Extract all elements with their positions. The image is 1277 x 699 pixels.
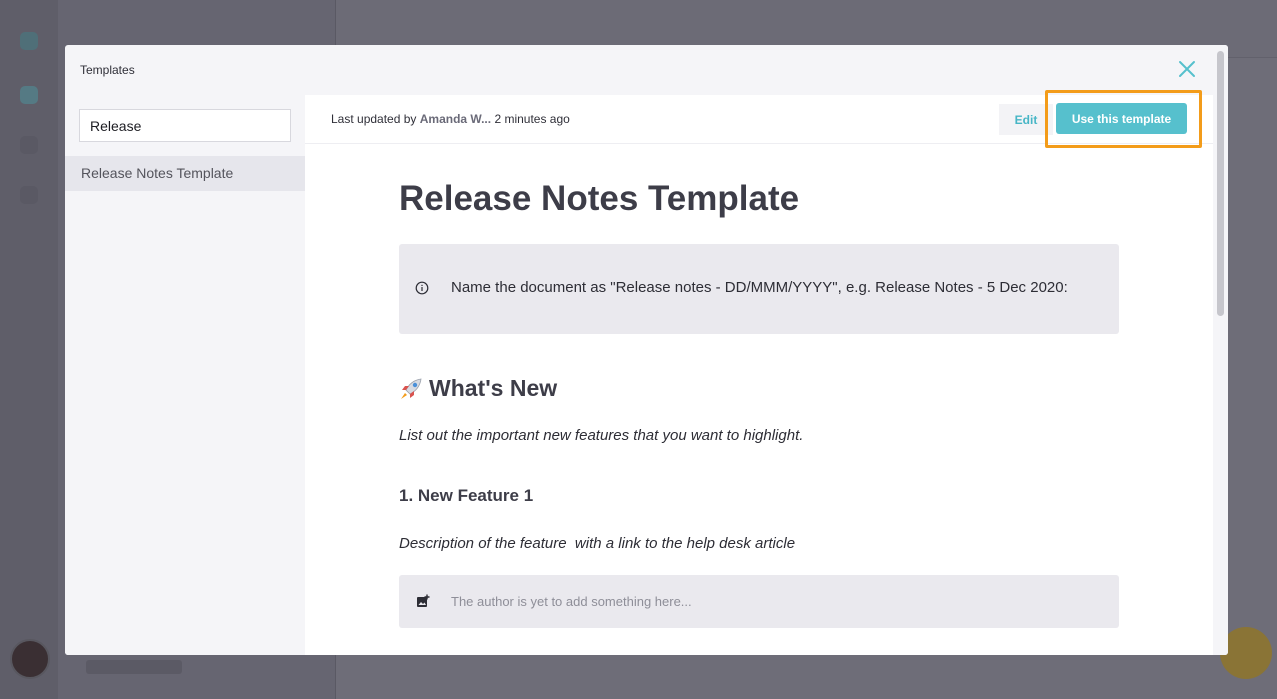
close-icon: [1179, 61, 1195, 77]
feature-heading: 1. New Feature 1: [399, 486, 534, 505]
rocket-icon: [401, 378, 422, 399]
template-preview: Last updated by Amanda W... 2 minutes ag…: [305, 90, 1213, 655]
author-name[interactable]: Amanda W...: [420, 112, 491, 126]
callout-text: Name the document as "Release notes - DD…: [451, 279, 1068, 296]
templates-sidebar: Release Notes Template: [65, 95, 305, 655]
scrollbar-thumb[interactable]: [1217, 51, 1224, 316]
image-placeholder[interactable]: The author is yet to add something here.…: [399, 575, 1119, 628]
add-image-icon: [417, 594, 430, 607]
edit-button[interactable]: Edit: [999, 104, 1053, 135]
feature-description: Description of the feature with a link t…: [399, 535, 796, 552]
preview-scrollbar[interactable]: [1213, 45, 1228, 655]
last-updated-prefix: Last updated by: [331, 112, 417, 126]
info-callout: Name the document as "Release notes - DD…: [399, 244, 1119, 334]
background-footer-label: [86, 660, 182, 674]
background-nav-icon: [20, 186, 38, 204]
background-avatar: [10, 639, 50, 679]
section-description: List out the important new features that…: [399, 427, 804, 444]
info-icon: [415, 281, 429, 295]
background-logo-icon: [20, 32, 38, 50]
preview-header: Last updated by Amanda W... 2 minutes ag…: [305, 90, 1213, 148]
template-list-item[interactable]: Release Notes Template: [65, 156, 305, 191]
updated-time: 2 minutes ago: [494, 112, 570, 126]
background-app-rail: [0, 0, 58, 699]
document-title: Release Notes Template: [399, 179, 800, 218]
template-search-input[interactable]: [79, 109, 291, 142]
placeholder-text: The author is yet to add something here.…: [451, 594, 692, 609]
last-updated-info: Last updated by Amanda W... 2 minutes ag…: [331, 112, 570, 126]
background-nav-icon: [20, 136, 38, 154]
background-nav-icon: [20, 86, 38, 104]
modal-title: Templates: [80, 63, 135, 77]
section-heading-text: What's New: [429, 375, 558, 401]
section-heading: What's New: [399, 375, 557, 402]
templates-modal: Templates Release Notes Template Last up…: [65, 45, 1228, 655]
use-template-button[interactable]: Use this template: [1056, 103, 1187, 134]
close-button[interactable]: [1175, 57, 1199, 81]
